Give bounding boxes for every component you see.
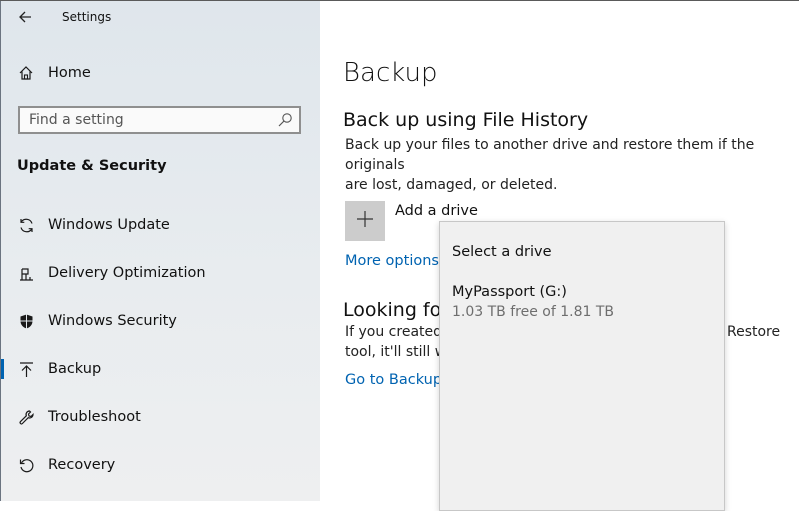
drive-free-space: 1.03 TB free of 1.81 TB bbox=[452, 304, 615, 320]
home-icon bbox=[17, 64, 35, 82]
drive-name: MyPassport (G:) bbox=[452, 284, 567, 300]
search-icon[interactable] bbox=[277, 112, 293, 128]
sidebar-item-windows-update[interactable]: Windows Update bbox=[0, 205, 320, 245]
add-drive-label[interactable]: Add a drive bbox=[395, 203, 478, 219]
drive-option[interactable]: MyPassport (G:) 1.03 TB free of 1.81 TB bbox=[440, 280, 724, 326]
shield-icon bbox=[17, 312, 35, 330]
sidebar-item-label: Recovery bbox=[48, 457, 116, 473]
window-top-border bbox=[0, 0, 799, 1]
file-history-heading: Back up using File History bbox=[343, 109, 589, 131]
file-history-description: Back up your files to another drive and … bbox=[345, 135, 795, 195]
sidebar-item-label: Troubleshoot bbox=[48, 409, 141, 425]
sidebar: Settings Home Update & Security Windows … bbox=[0, 0, 320, 501]
sidebar-item-label: Windows Security bbox=[48, 313, 177, 329]
search-input[interactable] bbox=[20, 108, 279, 132]
sidebar-item-recovery[interactable]: Recovery bbox=[0, 445, 320, 485]
search-box[interactable] bbox=[18, 106, 301, 134]
looking-text-line1-right: Restore bbox=[727, 324, 781, 340]
sync-icon bbox=[17, 216, 35, 234]
sidebar-item-label: Windows Update bbox=[48, 217, 170, 233]
delivery-optimization-icon bbox=[17, 264, 35, 282]
description-line: are lost, damaged, or deleted. bbox=[345, 177, 558, 193]
plus-icon bbox=[356, 210, 374, 232]
add-drive-button[interactable] bbox=[345, 201, 385, 241]
sidebar-item-backup[interactable]: Backup bbox=[0, 349, 320, 389]
looking-heading: Looking fo bbox=[343, 299, 442, 321]
sidebar-item-windows-security[interactable]: Windows Security bbox=[0, 301, 320, 341]
go-to-backup-link[interactable]: Go to Backup bbox=[345, 372, 442, 388]
looking-text-line1: If you created bbox=[345, 324, 443, 340]
window-border bbox=[0, 0, 1, 501]
app-title: Settings bbox=[62, 10, 112, 24]
sidebar-item-delivery-optimization[interactable]: Delivery Optimization bbox=[0, 253, 320, 293]
backup-arrow-icon bbox=[17, 360, 35, 378]
wrench-icon bbox=[17, 408, 35, 426]
back-arrow-icon[interactable] bbox=[14, 6, 36, 28]
section-title: Update & Security bbox=[17, 158, 167, 174]
select-drive-flyout: Select a drive MyPassport (G:) 1.03 TB f… bbox=[439, 221, 725, 511]
description-line: Back up your files to another drive and … bbox=[345, 137, 755, 173]
sidebar-item-home[interactable]: Home bbox=[0, 53, 320, 93]
sidebar-item-label: Home bbox=[48, 65, 91, 81]
sidebar-item-label: Backup bbox=[48, 361, 102, 377]
more-options-link[interactable]: More options bbox=[345, 253, 439, 269]
page-title: Backup bbox=[343, 58, 438, 88]
recovery-icon bbox=[17, 456, 35, 474]
sidebar-item-label: Delivery Optimization bbox=[48, 265, 206, 281]
flyout-title: Select a drive bbox=[452, 244, 552, 260]
looking-text-line2: tool, it'll still w bbox=[345, 344, 447, 360]
sidebar-item-troubleshoot[interactable]: Troubleshoot bbox=[0, 397, 320, 437]
